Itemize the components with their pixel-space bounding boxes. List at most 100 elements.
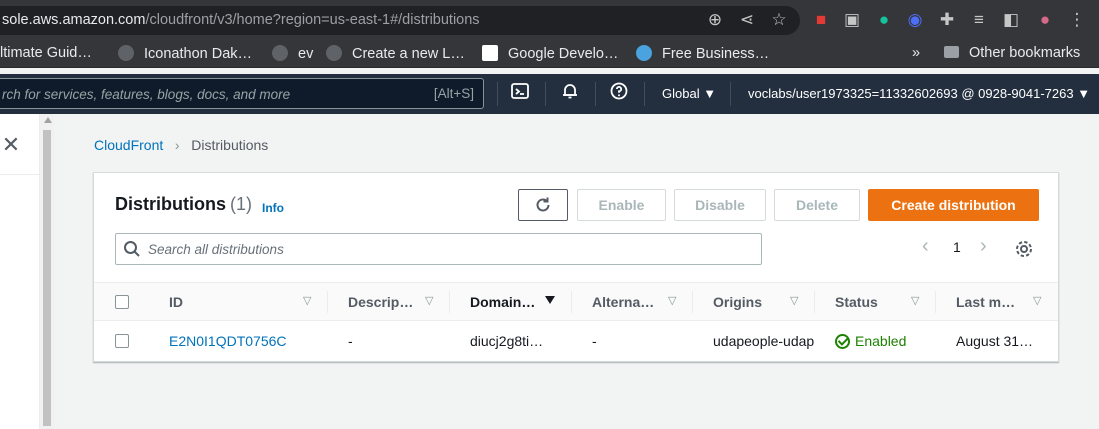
notifications-bell-icon[interactable] bbox=[558, 82, 582, 106]
refresh-icon bbox=[536, 197, 550, 212]
media-control-icon[interactable]: ≡ bbox=[968, 10, 990, 30]
refresh-button[interactable] bbox=[518, 189, 568, 221]
search-input[interactable]: Search all distributions bbox=[115, 233, 762, 265]
folder-icon bbox=[944, 46, 959, 58]
sort-icon[interactable]: ▽ bbox=[1033, 295, 1041, 307]
cell-alternate-domain: - bbox=[592, 333, 597, 349]
column-header-alternate-domain[interactable]: Alterna… bbox=[592, 294, 654, 310]
region-selector[interactable]: Global ▼ bbox=[662, 86, 716, 101]
extension-red-icon[interactable]: ■ bbox=[810, 10, 832, 30]
cell-description: - bbox=[348, 333, 353, 349]
aws-top-nav: rch for services, features, blogs, docs,… bbox=[0, 74, 1099, 114]
bookmark-star-icon[interactable]: ☆ bbox=[768, 10, 790, 30]
select-all-checkbox[interactable] bbox=[115, 295, 129, 309]
bookmark-item[interactable]: ltimate Guid… bbox=[0, 45, 92, 61]
column-header-domain[interactable]: Domain… bbox=[470, 294, 535, 310]
share-icon[interactable]: ⋖ bbox=[736, 10, 758, 30]
search-placeholder: Search all distributions bbox=[148, 242, 284, 257]
extensions-puzzle-icon[interactable]: ✚ bbox=[936, 10, 958, 30]
info-link[interactable]: Info bbox=[262, 201, 284, 215]
bookmark-item[interactable]: Google Develo… bbox=[482, 45, 618, 62]
cloudshell-icon[interactable] bbox=[508, 82, 532, 106]
scroll-thumb[interactable] bbox=[43, 130, 51, 426]
aws-search-shortcut: [Alt+S] bbox=[433, 86, 474, 101]
column-header-status[interactable]: Status bbox=[835, 294, 878, 310]
url-text: sole.aws.amazon.com/cloudfront/v3/home?r… bbox=[2, 12, 480, 28]
enable-button[interactable]: Enable bbox=[577, 189, 666, 221]
table-row[interactable]: E2N0I1QDT0756C - diucj2g8ti… - udapeople… bbox=[94, 321, 1058, 361]
profile-avatar-icon[interactable]: ● bbox=[1034, 10, 1056, 30]
extension-blue-icon[interactable]: ◉ bbox=[904, 10, 926, 30]
extension-gray-icon[interactable]: ▣ bbox=[841, 10, 863, 30]
check-circle-icon bbox=[835, 334, 850, 349]
nav-divider bbox=[595, 82, 596, 106]
breadcrumb-current: Distributions bbox=[191, 137, 269, 153]
scrollbar[interactable] bbox=[40, 114, 54, 429]
cell-last-modified: August 31… bbox=[956, 333, 1034, 349]
breadcrumb-cloudfront[interactable]: CloudFront bbox=[94, 137, 163, 153]
bookmark-item[interactable]: Create a new L… bbox=[326, 45, 465, 62]
sort-icon[interactable]: ▽ bbox=[790, 295, 798, 307]
scroll-up-icon[interactable] bbox=[44, 117, 52, 123]
distribution-count: (1) bbox=[230, 194, 252, 214]
column-header-id[interactable]: ID bbox=[169, 294, 183, 310]
column-header-origins[interactable]: Origins bbox=[713, 294, 762, 310]
nav-divider bbox=[545, 82, 546, 106]
sort-icon[interactable]: ▽ bbox=[911, 295, 919, 307]
bookmark-favicon-icon bbox=[326, 45, 342, 61]
bookmark-item[interactable]: ev bbox=[272, 45, 313, 62]
side-divider bbox=[0, 174, 40, 175]
side-panel-icon[interactable]: ◧ bbox=[1000, 10, 1022, 30]
row-checkbox[interactable] bbox=[115, 334, 129, 348]
column-divider[interactable] bbox=[327, 291, 328, 313]
nav-divider bbox=[497, 82, 498, 106]
browser-menu-icon[interactable]: ⋮ bbox=[1066, 10, 1088, 30]
bookmark-favicon-icon bbox=[636, 45, 652, 61]
google-developers-icon bbox=[482, 45, 498, 61]
bookmark-favicon-icon bbox=[272, 45, 288, 61]
previous-page-icon[interactable]: ‹ bbox=[922, 236, 929, 256]
search-icon bbox=[124, 241, 140, 257]
disable-button[interactable]: Disable bbox=[674, 189, 766, 221]
zoom-icon[interactable]: ⊕ bbox=[704, 10, 726, 30]
help-icon[interactable] bbox=[607, 82, 631, 106]
page-title: Distributions (1) bbox=[115, 194, 252, 214]
current-page[interactable]: 1 bbox=[953, 239, 961, 255]
bookmark-item[interactable]: Iconathon Dak… bbox=[118, 45, 252, 62]
bookmarks-overflow[interactable]: » bbox=[912, 45, 920, 61]
nav-divider bbox=[644, 82, 645, 106]
sort-icon[interactable]: ▽ bbox=[425, 295, 433, 307]
column-divider[interactable] bbox=[571, 291, 572, 313]
aws-search-input[interactable]: rch for services, features, blogs, docs,… bbox=[0, 78, 484, 109]
column-header-last-modified[interactable]: Last m… bbox=[956, 294, 1015, 310]
bookmark-item[interactable]: Free Business… bbox=[636, 45, 769, 62]
bookmarks-bar: ltimate Guid… Iconathon Dak… ev Create a… bbox=[0, 40, 1099, 68]
aws-search-placeholder: rch for services, features, blogs, docs,… bbox=[2, 87, 291, 102]
delete-button[interactable]: Delete bbox=[774, 189, 860, 221]
browser-toolbar: sole.aws.amazon.com/cloudfront/v3/home?r… bbox=[0, 0, 1099, 40]
close-icon[interactable]: ✕ bbox=[0, 134, 22, 156]
column-divider[interactable] bbox=[814, 291, 815, 313]
breadcrumb: CloudFront › Distributions bbox=[94, 137, 268, 153]
grammarly-icon[interactable]: ● bbox=[873, 10, 895, 30]
status-badge: Enabled bbox=[835, 333, 906, 349]
sort-icon[interactable]: ▽ bbox=[303, 295, 311, 307]
column-divider[interactable] bbox=[449, 291, 450, 313]
next-page-icon[interactable]: › bbox=[980, 236, 987, 256]
account-menu[interactable]: voclabs/user1973325=11332602693 @ 0928-9… bbox=[748, 86, 1090, 101]
distributions-container: Distributions (1) Info Enable Disable Del… bbox=[93, 172, 1059, 362]
column-divider[interactable] bbox=[935, 291, 936, 313]
column-divider[interactable] bbox=[692, 291, 693, 313]
nav-divider bbox=[730, 82, 731, 106]
chevron-right-icon: › bbox=[167, 137, 188, 153]
gear-icon[interactable] bbox=[1014, 239, 1034, 259]
other-bookmarks[interactable]: Other bookmarks bbox=[944, 45, 1080, 61]
bookmark-favicon-icon bbox=[118, 45, 134, 61]
cell-origins: udapeople-udap bbox=[713, 333, 815, 349]
create-distribution-button[interactable]: Create distribution bbox=[868, 189, 1039, 221]
address-bar[interactable]: sole.aws.amazon.com/cloudfront/v3/home?r… bbox=[0, 6, 800, 35]
sort-icon[interactable]: ▽ bbox=[668, 295, 676, 307]
sort-active-icon[interactable] bbox=[545, 296, 555, 304]
distribution-id-link[interactable]: E2N0I1QDT0756C bbox=[169, 333, 287, 349]
column-header-description[interactable]: Descrip… bbox=[348, 294, 413, 310]
